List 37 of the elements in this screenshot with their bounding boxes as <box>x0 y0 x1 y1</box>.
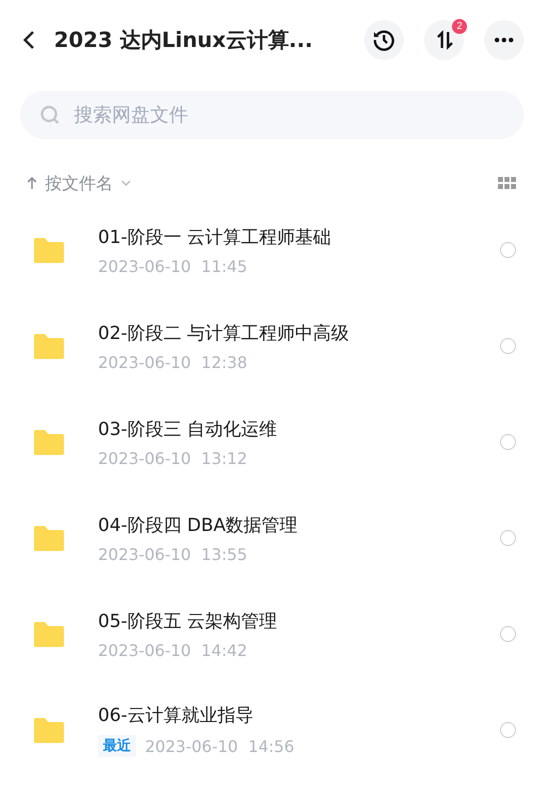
window-title: 2023 达内Linux云计算... <box>54 27 314 54</box>
chevron-down-icon <box>121 180 131 186</box>
modified-date: 2023-06-10 14:56 <box>145 736 294 756</box>
modified-date: 2023-06-10 13:12 <box>98 448 248 468</box>
modified-date: 2023-06-10 11:45 <box>98 256 248 276</box>
folder-icon <box>34 334 64 358</box>
arrow-up-icon <box>27 176 37 190</box>
folder-icon <box>34 622 64 646</box>
select-checkbox[interactable] <box>500 626 516 642</box>
modified-date: 2023-06-10 12:38 <box>98 352 248 372</box>
count-badge: 2 <box>452 19 467 34</box>
modified-date: 2023-06-10 14:42 <box>98 640 248 660</box>
folder-name[interactable]: 05-阶段五 云架构管理 <box>98 608 500 632</box>
more-icon <box>494 37 514 43</box>
folder-name[interactable]: 01-阶段一 云计算工程师基础 <box>98 224 500 248</box>
folder-name[interactable]: 03-阶段三 自动化运维 <box>98 416 500 440</box>
history-button[interactable] <box>364 20 404 60</box>
transfer-button[interactable]: 2 <box>424 20 464 60</box>
folder-name[interactable]: 04-阶段四 DBA数据管理 <box>98 512 500 536</box>
recent-tag: 最近 <box>98 735 136 757</box>
folder-icon <box>34 430 64 454</box>
folder-icon <box>34 238 64 262</box>
select-checkbox[interactable] <box>500 242 516 258</box>
folder-name[interactable]: 06-云计算就业指导 <box>98 703 500 727</box>
select-checkbox[interactable] <box>500 338 516 354</box>
folder-name[interactable]: 02-阶段二 与计算工程师中高级 <box>98 320 500 344</box>
select-checkbox[interactable] <box>500 434 516 450</box>
back-icon[interactable] <box>22 30 36 50</box>
grid-view-icon[interactable] <box>498 177 516 189</box>
more-button[interactable] <box>484 20 524 60</box>
select-checkbox[interactable] <box>500 722 516 738</box>
folder-icon <box>34 718 64 742</box>
modified-date: 2023-06-10 13:55 <box>98 544 248 564</box>
folder-icon <box>34 526 64 550</box>
search-icon <box>40 105 60 125</box>
select-checkbox[interactable] <box>500 530 516 546</box>
history-icon <box>372 28 396 52</box>
